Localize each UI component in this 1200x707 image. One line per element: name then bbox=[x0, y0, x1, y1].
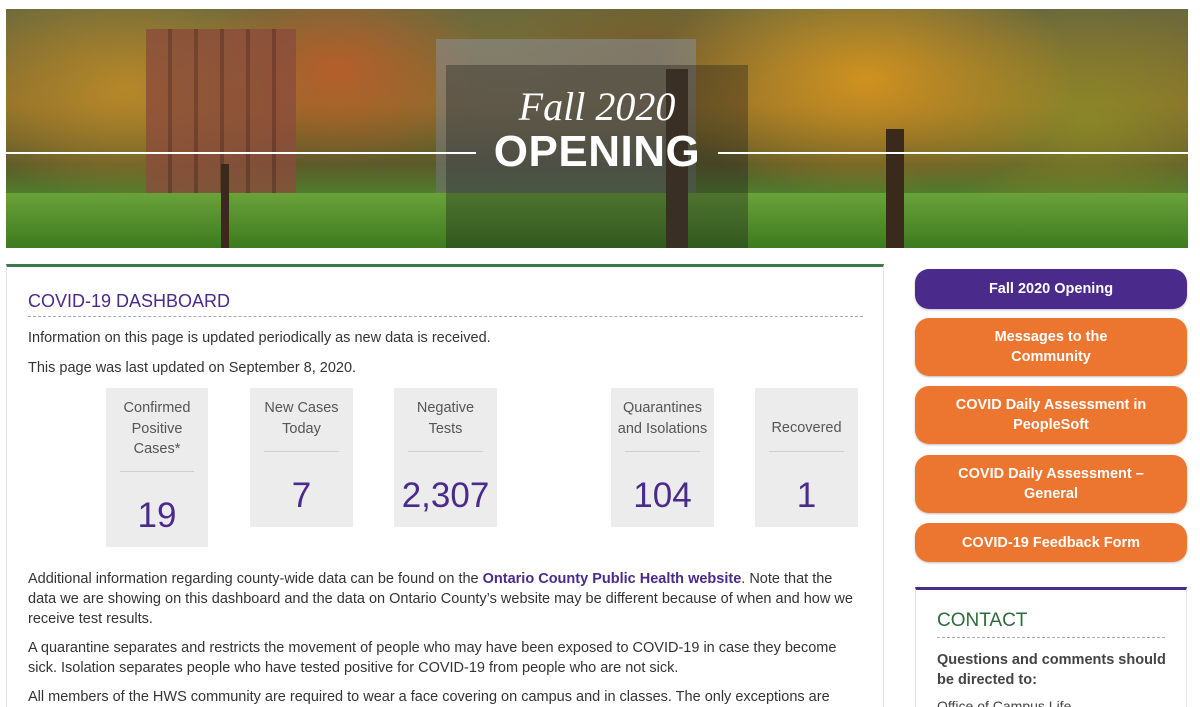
stat-label: Confirmed Positive Cases* bbox=[123, 400, 191, 457]
feedback-form-button[interactable]: COVID-19 Feedback Form bbox=[915, 523, 1187, 562]
main-content: COVID-19 DASHBOARD Information on this p… bbox=[6, 264, 884, 707]
lamp-post bbox=[221, 164, 229, 248]
stat-value: 1 bbox=[796, 476, 817, 515]
contact-text: Questions and comments should be directe… bbox=[937, 652, 1166, 688]
face-covering-text: All members of the HWS community are req… bbox=[28, 689, 830, 705]
title-divider bbox=[28, 316, 863, 317]
banner-headline: OPENING bbox=[493, 127, 701, 176]
additional-info-text: Additional information regarding county-… bbox=[28, 569, 863, 629]
stat-label: Recovered bbox=[771, 420, 842, 436]
stat-confirmed-cases: Confirmed Positive Cases* 19 bbox=[106, 388, 208, 547]
stat-divider bbox=[625, 451, 700, 452]
stat-negative-tests: Negative Tests 2,307 bbox=[394, 388, 497, 527]
stat-new-cases: New Cases Today 7 bbox=[250, 388, 353, 527]
stat-value: 19 bbox=[137, 496, 177, 535]
contact-divider bbox=[937, 637, 1165, 638]
stat-label: Negative Tests bbox=[416, 400, 475, 437]
banner-rule-left bbox=[6, 152, 476, 154]
additional-info-lead: Additional information regarding county-… bbox=[28, 571, 483, 587]
ontario-county-link[interactable]: Ontario County Public Health website bbox=[483, 571, 742, 587]
stat-divider bbox=[120, 471, 194, 472]
contact-office: Office of Campus Life bbox=[937, 698, 1072, 707]
contact-title: CONTACT bbox=[937, 610, 1028, 631]
stat-value: 7 bbox=[291, 476, 312, 515]
fall-2020-opening-button[interactable]: Fall 2020 Opening bbox=[915, 269, 1187, 309]
banner-script-title: Fall 2020 bbox=[518, 84, 676, 129]
page-title: COVID-19 DASHBOARD bbox=[28, 291, 231, 311]
info-text: Information on this page is updated peri… bbox=[28, 330, 491, 346]
stat-recovered: Recovered 1 bbox=[755, 388, 858, 527]
stat-label: New Cases Today bbox=[264, 400, 339, 437]
covid-assessment-peoplesoft-button[interactable]: COVID Daily Assessment in PeopleSoft bbox=[915, 386, 1187, 444]
banner-rule-right bbox=[718, 152, 1188, 154]
hero-banner: Fall 2020 OPENING bbox=[6, 9, 1188, 248]
stat-divider bbox=[264, 451, 339, 452]
contact-box: CONTACT Questions and comments should be… bbox=[915, 587, 1187, 707]
covid-assessment-general-button[interactable]: COVID Daily Assessment – General bbox=[915, 455, 1187, 513]
tree-trunk bbox=[886, 129, 904, 248]
stat-value: 2,307 bbox=[401, 476, 490, 515]
stat-label: Quarantines and Isolations bbox=[617, 400, 708, 437]
stat-divider bbox=[769, 451, 844, 452]
quarantine-text: A quarantine separates and restricts the… bbox=[28, 640, 837, 676]
stat-divider bbox=[408, 451, 483, 452]
stat-value: 104 bbox=[633, 476, 692, 515]
last-updated-text: This page was last updated on September … bbox=[28, 360, 357, 376]
messages-to-community-button[interactable]: Messages to the Community bbox=[915, 318, 1187, 376]
stat-quarantines: Quarantines and Isolations 104 bbox=[611, 388, 714, 527]
